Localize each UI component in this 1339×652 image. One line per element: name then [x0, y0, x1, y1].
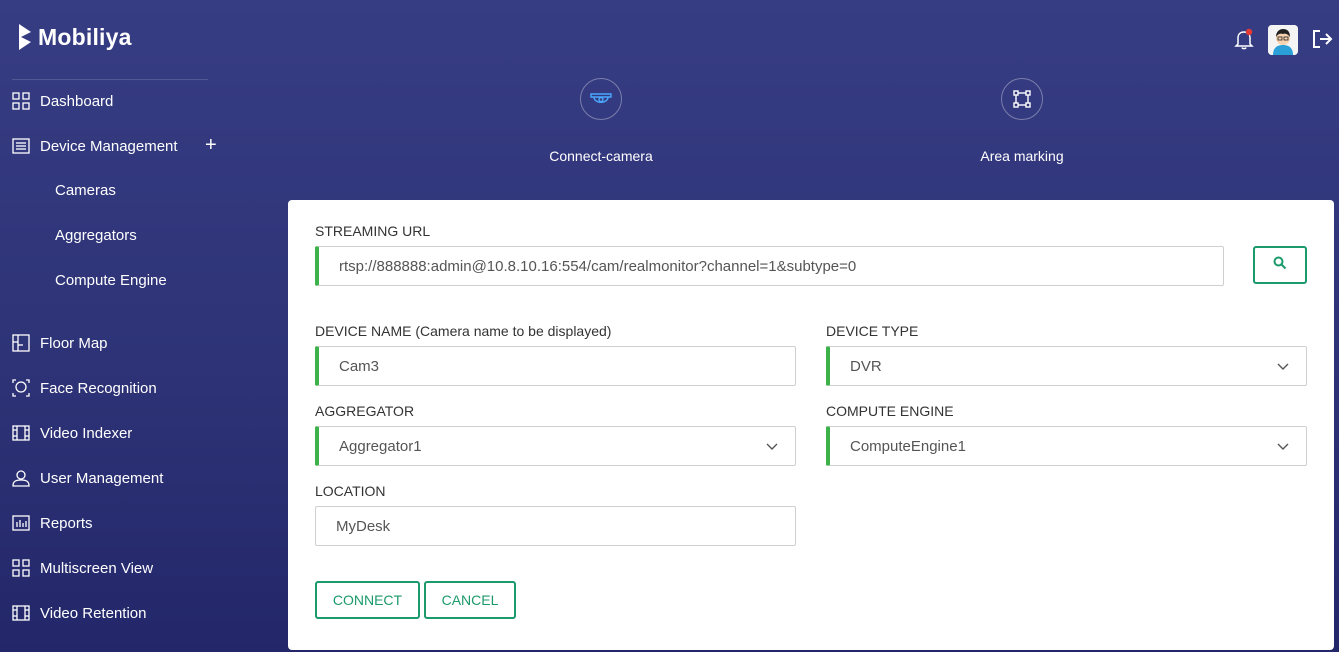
sidebar-item-label: Reports [40, 514, 93, 532]
sidebar-item-video-indexer[interactable]: Video Indexer [12, 422, 132, 444]
compute-engine-label: COMPUTE ENGINE [826, 403, 954, 419]
sidebar-item-floor-map[interactable]: Floor Map [12, 332, 108, 354]
sidebar-item-label: Video Indexer [40, 424, 133, 442]
chevron-down-icon [765, 439, 779, 457]
aggregator-label: AGGREGATOR [315, 403, 415, 419]
sidebar-subitem-aggregators[interactable]: Aggregators [55, 225, 137, 247]
sidebar-item-label: Multiscreen View [40, 559, 154, 577]
streaming-url-input[interactable] [319, 247, 1223, 285]
step-label: Connect-camera [549, 148, 653, 164]
sidebar-item-multiscreen-view[interactable]: Multiscreen View [12, 557, 153, 579]
area-marking-icon [1001, 78, 1043, 120]
device-type-select[interactable]: DVR [826, 346, 1307, 386]
step-connect-camera[interactable]: Connect-camera [531, 78, 671, 164]
brand-name: Mobiliya [38, 23, 132, 50]
sidebar-item-user-management[interactable]: User Management [12, 467, 163, 489]
aggregator-select[interactable]: Aggregator1 [315, 426, 796, 466]
chevron-down-icon [1276, 359, 1290, 377]
film-icon [12, 424, 30, 442]
search-button[interactable] [1253, 246, 1307, 284]
step-label: Area marking [980, 148, 1064, 164]
face-icon [12, 379, 30, 397]
aggregator-value: Aggregator1 [339, 437, 422, 455]
device-type-value: DVR [850, 357, 882, 375]
connect-button[interactable]: CONNECT [315, 581, 420, 619]
streaming-url-label: STREAMING URL [315, 223, 431, 239]
sidebar-item-label: User Management [40, 469, 164, 487]
device-type-label: DEVICE TYPE [826, 323, 919, 339]
device-name-input[interactable] [319, 347, 795, 385]
grid-icon [12, 92, 30, 110]
chevron-down-icon [1276, 439, 1290, 457]
sidebar-item-device-management[interactable]: Device Management [12, 135, 178, 157]
list-icon [12, 137, 30, 155]
logo-mark-icon [18, 22, 34, 52]
cancel-button[interactable]: CANCEL [424, 581, 516, 619]
expand-plus-icon[interactable]: + [205, 135, 217, 155]
sidebar-item-label: Video Retention [40, 604, 147, 622]
camera-icon [580, 78, 622, 120]
streaming-url-field[interactable] [315, 246, 1224, 286]
sidebar-item-label: Device Management [40, 137, 178, 155]
notification-bell-icon[interactable] [1234, 28, 1254, 55]
sidebar-item-reports[interactable]: Reports [12, 512, 93, 534]
sidebar-item-face-recognition[interactable]: Face Recognition [12, 377, 157, 399]
floor-map-icon [12, 334, 30, 352]
sidebar-item-dashboard[interactable]: Dashboard [12, 90, 113, 112]
sidebar-item-label: Face Recognition [40, 379, 157, 397]
logout-icon[interactable] [1312, 29, 1334, 54]
device-name-field[interactable] [315, 346, 796, 386]
sidebar-item-label: Dashboard [40, 92, 114, 110]
grid-icon [12, 559, 30, 577]
compute-engine-value: ComputeEngine1 [850, 437, 966, 455]
connect-camera-form: STREAMING URL DEVICE NAME (Camera name t… [288, 200, 1334, 650]
user-avatar[interactable] [1268, 25, 1298, 55]
compute-engine-select[interactable]: ComputeEngine1 [826, 426, 1307, 466]
sidebar-item-label: Floor Map [40, 334, 108, 352]
chart-icon [12, 514, 30, 532]
location-label: LOCATION [315, 483, 386, 499]
location-field[interactable] [315, 506, 796, 546]
sidebar-item-video-retention[interactable]: Video Retention [12, 602, 146, 624]
brand-logo[interactable]: Mobiliya [18, 22, 132, 52]
sidebar-subitem-compute-engine[interactable]: Compute Engine [55, 270, 167, 292]
location-input[interactable] [316, 507, 795, 545]
device-name-label: DEVICE NAME (Camera name to be displayed… [315, 323, 612, 339]
user-icon [12, 469, 30, 487]
search-icon [1273, 256, 1287, 275]
sidebar-subitem-cameras[interactable]: Cameras [55, 180, 116, 202]
step-area-marking[interactable]: Area marking [952, 78, 1092, 164]
film-icon [12, 604, 30, 622]
sidebar-divider [12, 79, 208, 80]
